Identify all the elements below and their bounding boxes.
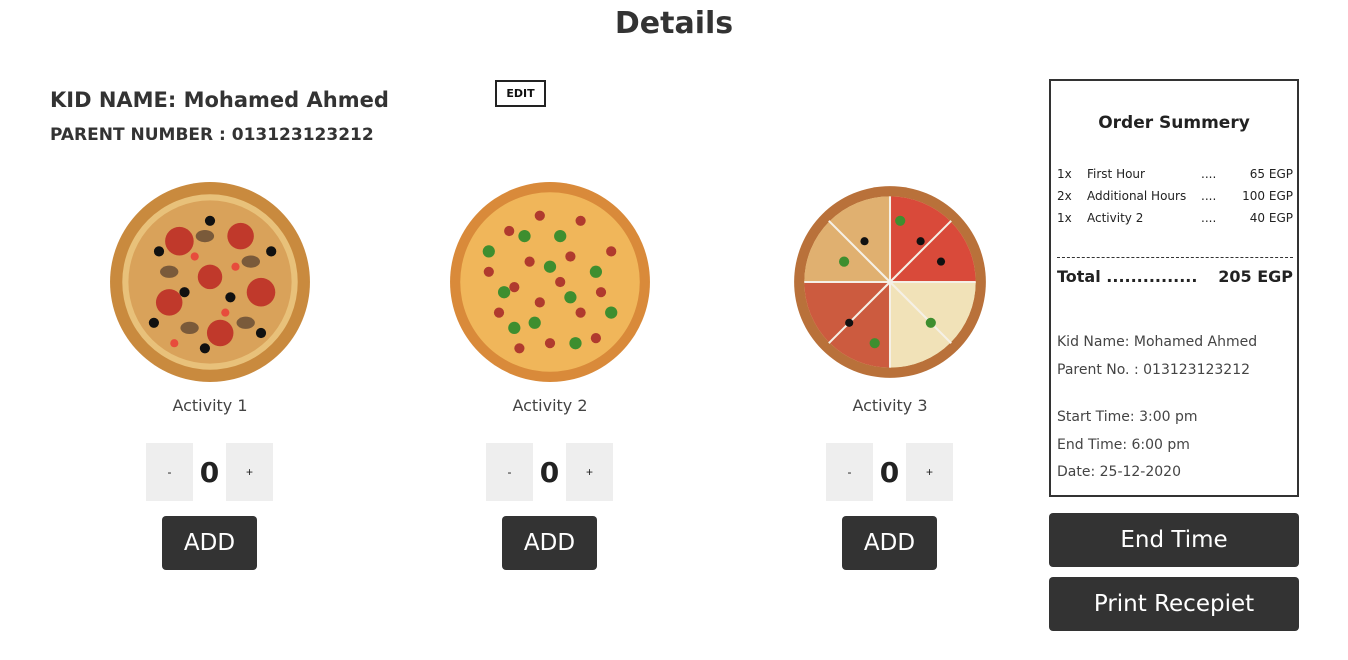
item-dots: ....	[1201, 189, 1217, 203]
summary-kid-name: Kid Name: Mohamed Ahmed	[1057, 334, 1258, 350]
kid-name: KID NAME: Mohamed Ahmed	[50, 88, 389, 112]
summary-parent-number: Parent No. : 013123123212	[1057, 362, 1251, 378]
order-summary: Order Summery 1x First Hour .... 65 EGP …	[1049, 79, 1299, 497]
pizza-image	[450, 182, 650, 382]
activity-label: Activity 3	[852, 396, 928, 415]
activity-card-3: Activity 3 - 0 + ADD	[770, 180, 1010, 570]
page-title: Details	[614, 6, 734, 41]
item-qty: 2x	[1057, 189, 1072, 203]
summary-date: Date: 25-12-2020	[1057, 464, 1181, 480]
quantity-value: 0	[879, 455, 900, 489]
item-name: Activity 2	[1087, 211, 1144, 225]
parent-number: PARENT NUMBER : 013123123212	[50, 125, 374, 145]
activity-label: Activity 2	[512, 396, 588, 415]
activity-label: Activity 1	[172, 396, 248, 415]
total-value: 205 EGP	[1218, 267, 1293, 286]
item-price: 100 EGP	[1242, 189, 1293, 203]
pizza-image	[110, 182, 310, 382]
increment-button[interactable]: +	[225, 443, 273, 501]
increment-button[interactable]: +	[565, 443, 613, 501]
add-button[interactable]: ADD	[502, 516, 597, 570]
end-time-button[interactable]: End Time	[1049, 513, 1299, 567]
activity-card-1: Activity 1 - 0 + ADD	[90, 180, 330, 570]
print-receipt-button[interactable]: Print Recepiet	[1049, 577, 1299, 631]
item-qty: 1x	[1057, 211, 1072, 225]
order-item: 1x First Hour .... 65 EGP	[1057, 163, 1293, 185]
item-price: 40 EGP	[1249, 211, 1293, 225]
pizza-image	[794, 186, 986, 378]
add-button[interactable]: ADD	[162, 516, 257, 570]
increment-button[interactable]: +	[905, 443, 953, 501]
add-button[interactable]: ADD	[842, 516, 937, 570]
order-summary-title: Order Summery	[1098, 113, 1250, 133]
activity-card-2: Activity 2 - 0 + ADD	[430, 180, 670, 570]
summary-start-time: Start Time: 3:00 pm	[1057, 409, 1198, 425]
edit-button[interactable]: EDIT	[495, 80, 546, 107]
quantity-stepper: - 0 +	[486, 443, 613, 501]
divider	[1057, 257, 1293, 258]
item-name: Additional Hours	[1087, 189, 1187, 203]
item-dots: ....	[1201, 167, 1217, 181]
summary-end-time: End Time: 6:00 pm	[1057, 437, 1190, 453]
item-price: 65 EGP	[1249, 167, 1293, 181]
order-items: 1x First Hour .... 65 EGP 2x Additional …	[1057, 163, 1293, 229]
item-name: First Hour	[1087, 167, 1145, 181]
total-row: Total ............... 205 EGP	[1057, 267, 1293, 286]
quantity-stepper: - 0 +	[146, 443, 273, 501]
order-item: 1x Activity 2 .... 40 EGP	[1057, 207, 1293, 229]
decrement-button[interactable]: -	[826, 443, 873, 501]
total-label: Total ...............	[1057, 267, 1198, 286]
quantity-value: 0	[199, 455, 220, 489]
quantity-stepper: - 0 +	[826, 443, 953, 501]
decrement-button[interactable]: -	[486, 443, 533, 501]
quantity-value: 0	[539, 455, 560, 489]
order-item: 2x Additional Hours .... 100 EGP	[1057, 185, 1293, 207]
item-dots: ....	[1201, 211, 1217, 225]
decrement-button[interactable]: -	[146, 443, 193, 501]
item-qty: 1x	[1057, 167, 1072, 181]
